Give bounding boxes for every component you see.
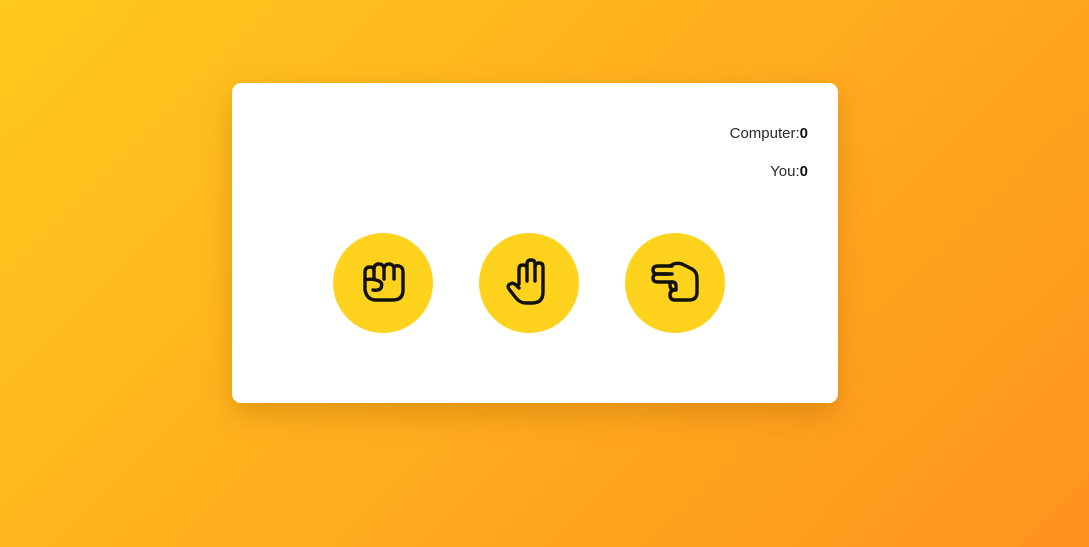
paper-button[interactable]: [479, 233, 579, 333]
computer-score-line: Computer:0: [730, 125, 808, 143]
game-card: Computer:0 You:0: [232, 83, 838, 403]
scissors-hand-icon: [651, 261, 699, 302]
choice-buttons: [333, 233, 726, 333]
open-hand-icon: [506, 258, 545, 305]
computer-score-label: Computer:: [729, 125, 800, 142]
scoreboard: Computer:0 You:0: [730, 125, 808, 181]
you-score-label: You:: [770, 163, 800, 180]
rock-button[interactable]: [333, 233, 433, 333]
you-score-value: 0: [799, 163, 808, 180]
fist-icon: [363, 262, 405, 302]
computer-score-value: 0: [799, 125, 808, 142]
you-score-line: You:0: [730, 163, 808, 181]
scissors-button[interactable]: [625, 233, 725, 333]
